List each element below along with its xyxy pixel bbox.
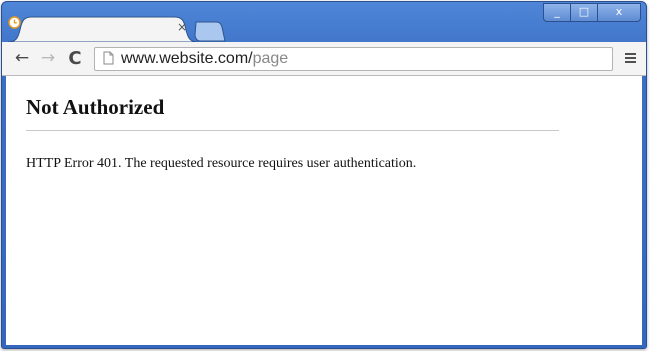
menu-hamburger-icon[interactable] (625, 53, 636, 64)
page-content: Not Authorized HTTP Error 401. The reque… (6, 76, 642, 345)
browser-window: _ □ x × ← → C www.website.com/page Not A… (1, 1, 647, 349)
heading-divider (26, 130, 559, 131)
forward-button[interactable]: → (39, 50, 57, 68)
error-message: HTTP Error 401. The requested resource r… (26, 156, 417, 171)
page-document-icon (103, 51, 114, 65)
active-tab[interactable]: × (8, 16, 198, 42)
back-button[interactable]: ← (13, 50, 31, 68)
address-bar[interactable]: www.website.com/page (94, 47, 613, 71)
url-text[interactable]: www.website.com/page (121, 50, 288, 68)
url-path: page (252, 50, 289, 67)
reload-button[interactable]: C (66, 50, 84, 68)
new-tab-button[interactable] (192, 21, 228, 42)
tab-close-icon[interactable]: × (177, 20, 187, 34)
page-favicon-icon (8, 16, 21, 29)
maximize-button[interactable]: □ (571, 3, 598, 22)
window-controls: _ □ x (543, 3, 641, 22)
close-window-button[interactable]: x (598, 3, 641, 22)
url-host: www.website.com/ (121, 50, 253, 67)
minimize-button[interactable]: _ (543, 3, 571, 22)
tab-shape (8, 16, 198, 42)
page-heading: Not Authorized (26, 95, 165, 119)
browser-toolbar: ← → C www.website.com/page (2, 42, 646, 76)
